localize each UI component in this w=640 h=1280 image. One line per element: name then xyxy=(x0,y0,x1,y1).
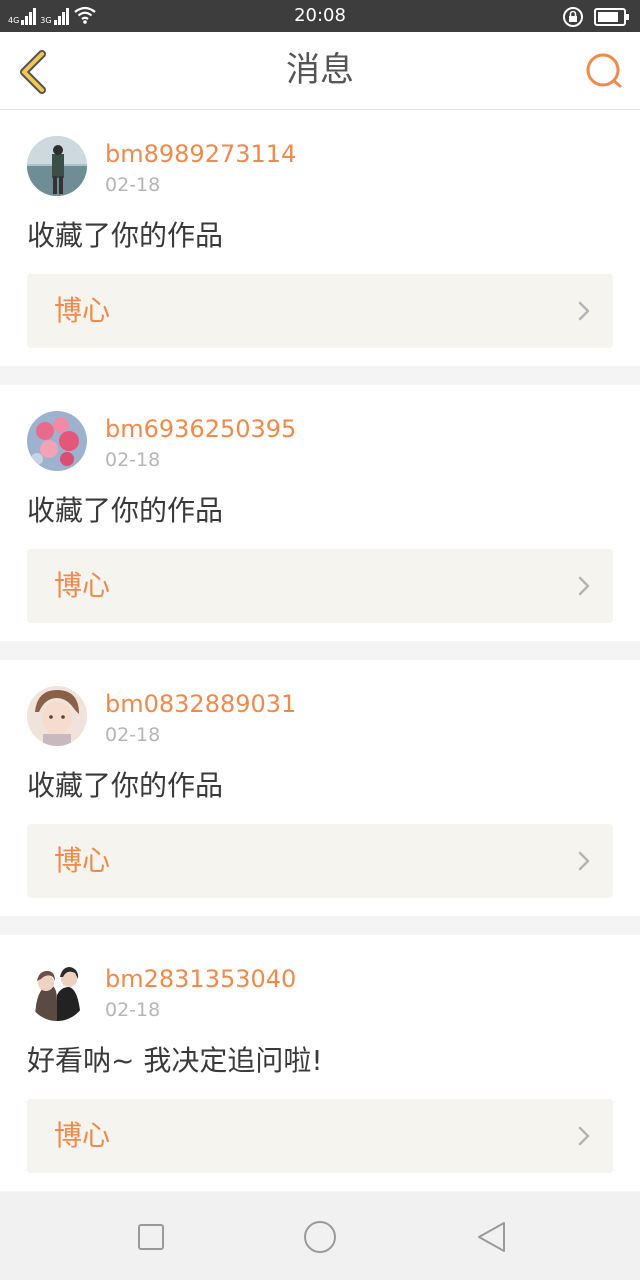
work-title: 博心 xyxy=(54,844,111,877)
chevron-right-icon xyxy=(578,1126,590,1146)
app-header: 消息 xyxy=(0,32,640,110)
navigation-bar xyxy=(0,1192,640,1280)
back-triangle-icon[interactable] xyxy=(474,1220,508,1254)
message-card: bm8989273114 02-18 收藏了你的作品 博心 xyxy=(0,110,640,366)
username[interactable]: bm0832889031 xyxy=(105,690,296,718)
work-title: 博心 xyxy=(54,569,111,602)
message-date: 02-18 xyxy=(105,724,161,746)
work-link[interactable]: 博心 xyxy=(27,549,613,623)
message-card: bm0832889031 02-18 收藏了你的作品 博心 xyxy=(0,660,640,916)
chevron-right-icon xyxy=(578,576,590,596)
message-date: 02-18 xyxy=(105,999,161,1021)
page-title: 消息 xyxy=(286,50,354,90)
search-icon[interactable] xyxy=(584,51,624,91)
avatar[interactable] xyxy=(27,686,87,746)
message-text: 收藏了你的作品 xyxy=(27,219,224,252)
status-time: 20:08 xyxy=(294,5,346,26)
message-text: 好看呐~ 我决定追问啦! xyxy=(27,1044,323,1077)
avatar[interactable] xyxy=(27,961,87,1021)
message-list: bm8989273114 02-18 收藏了你的作品 博心 bm69362503… xyxy=(0,110,640,1191)
username[interactable]: bm8989273114 xyxy=(105,140,296,168)
chevron-right-icon xyxy=(578,301,590,321)
rotation-lock-icon xyxy=(563,7,583,27)
message-card: bm6936250395 02-18 收藏了你的作品 博心 xyxy=(0,385,640,641)
recent-apps-icon[interactable] xyxy=(134,1220,168,1254)
message-text: 收藏了你的作品 xyxy=(27,769,224,802)
home-icon[interactable] xyxy=(303,1220,337,1254)
work-title: 博心 xyxy=(54,294,111,327)
username[interactable]: bm2831353040 xyxy=(105,965,296,993)
message-text: 收藏了你的作品 xyxy=(27,494,224,527)
work-link[interactable]: 博心 xyxy=(27,1099,613,1173)
work-link[interactable]: 博心 xyxy=(27,274,613,348)
status-right xyxy=(562,6,630,28)
username[interactable]: bm6936250395 xyxy=(105,415,296,443)
work-link[interactable]: 博心 xyxy=(27,824,613,898)
status-bar: 4G 3G 20:08 xyxy=(0,0,640,32)
message-date: 02-18 xyxy=(105,174,161,196)
avatar[interactable] xyxy=(27,411,87,471)
message-date: 02-18 xyxy=(105,449,161,471)
work-title: 博心 xyxy=(54,1119,111,1152)
avatar[interactable] xyxy=(27,136,87,196)
battery-icon xyxy=(594,8,629,26)
message-card: bm2831353040 02-18 好看呐~ 我决定追问啦! 博心 xyxy=(0,935,640,1191)
chevron-right-icon xyxy=(578,851,590,871)
